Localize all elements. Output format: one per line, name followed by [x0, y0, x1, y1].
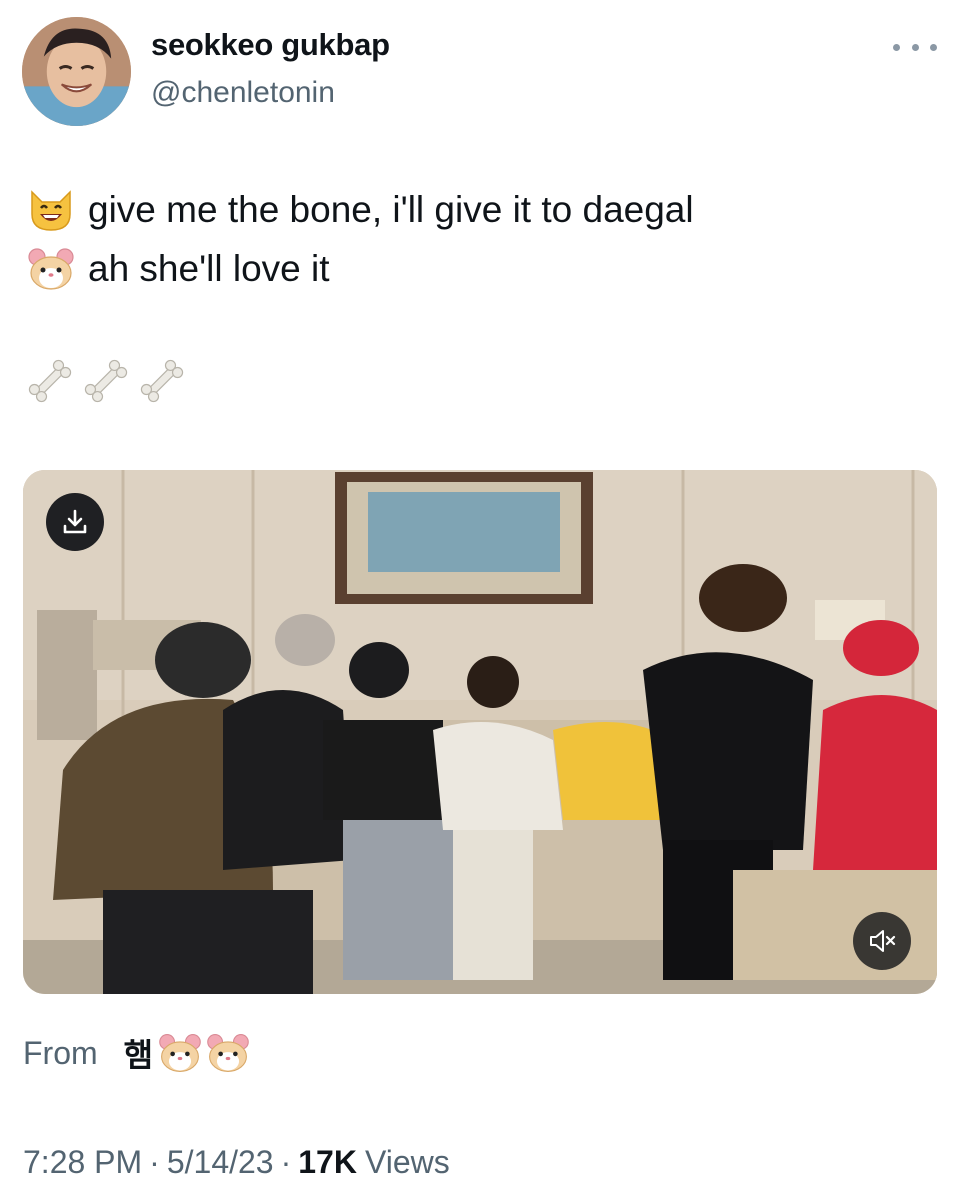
views-label: Views	[364, 1144, 450, 1180]
views-count: 17K	[298, 1144, 357, 1180]
source-label: From	[23, 1034, 98, 1071]
source-name-text: 햄	[123, 1037, 154, 1073]
smiling-cat-face-icon	[31, 190, 71, 231]
separator: ·	[149, 1144, 160, 1180]
source-name[interactable]: 햄	[124, 1030, 251, 1076]
bones-row	[24, 355, 188, 407]
avatar[interactable]	[22, 17, 131, 126]
tweet-text-line-1: give me the bone, i'll give it to daegal	[88, 189, 694, 230]
hamster-face-icon	[159, 1034, 201, 1072]
user-handle[interactable]: @chenletonin	[151, 76, 335, 110]
tweet-text-line-2: ah she'll love it	[88, 248, 330, 289]
display-name[interactable]: seokkeo gukbap	[151, 27, 390, 63]
bone-icon	[28, 359, 72, 403]
tweet-date[interactable]: 5/14/23	[167, 1144, 274, 1181]
separator: ·	[280, 1144, 292, 1180]
source-line: From 햄	[23, 1030, 251, 1076]
tweet-line: give me the bone, i'll give it to daegal	[26, 188, 694, 232]
tweet-time[interactable]: 7:28 PM	[23, 1144, 142, 1181]
muted-speaker-icon[interactable]	[853, 912, 911, 970]
more-dots-icon[interactable]	[893, 37, 937, 57]
hamster-face-icon	[28, 248, 74, 290]
tweet-meta: 7:28 PM · 5/14/23 · 17K Views	[23, 1144, 450, 1181]
video-frame	[23, 470, 937, 994]
download-icon[interactable]	[46, 493, 104, 551]
video-player[interactable]	[23, 470, 937, 994]
bone-icon	[84, 359, 128, 403]
bone-icon	[140, 359, 184, 403]
hamster-face-icon	[207, 1034, 249, 1072]
tweet-line: ah she'll love it	[26, 247, 330, 291]
